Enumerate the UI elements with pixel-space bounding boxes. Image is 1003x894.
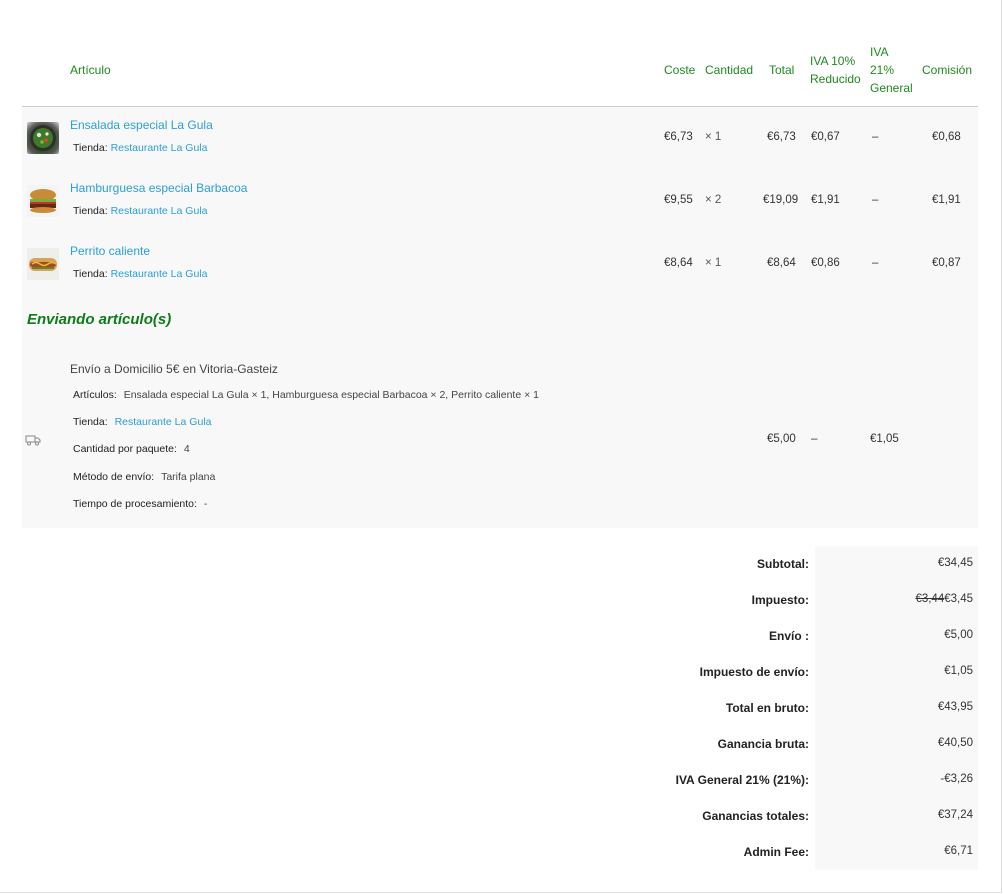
totals-gross-total-value: €43,95 — [937, 701, 973, 713]
truck-icon — [25, 433, 41, 451]
item-name[interactable]: Hamburguesa especial Barbacoa — [70, 181, 247, 195]
item-name[interactable]: Perrito caliente — [70, 244, 150, 258]
item-cost: €9,55 — [664, 194, 693, 206]
shipping-iva21: €1,05 — [870, 433, 899, 445]
item-total: €6,73 — [767, 131, 796, 143]
totals-admin-fee-label: Admin Fee: — [743, 845, 809, 859]
burger-thumbnail[interactable] — [27, 185, 59, 217]
totals-gross-profit-value: €40,50 — [937, 737, 973, 749]
hotdog-thumbnail[interactable] — [27, 248, 59, 280]
item-iva10: €1,91 — [811, 194, 840, 206]
shipping-package-qty-label: Cantidad por paquete: — [73, 443, 177, 455]
item-shop: Tienda: Restaurante La Gula — [73, 142, 207, 154]
item-total: €19,09 — [763, 194, 799, 206]
item-commission: €0,68 — [932, 131, 961, 143]
shipping-section-title: Enviando artículo(s) — [27, 311, 172, 328]
totals-shipping-label: Envío : — [768, 629, 809, 643]
shipping-ship-method: Método de envío: Tarifa plana — [73, 471, 215, 483]
col-header-iva10-line1: IVA 10% — [810, 54, 856, 68]
col-header-qty[interactable]: Cantidad — [705, 61, 753, 79]
shipping-shop: Tienda: Restaurante La Gula — [73, 416, 211, 428]
totals-admin-fee-value: €6,71 — [944, 845, 973, 857]
item-cost: €8,64 — [664, 257, 693, 269]
shipping-articles: Artículos: Ensalada especial La Gula × 1… — [73, 389, 539, 401]
shipping-package-qty: Cantidad por paquete: 4 — [73, 443, 190, 455]
totals-total-earnings-value: €37,24 — [937, 809, 973, 821]
item-shop-link[interactable]: Restaurante La Gula — [111, 205, 208, 217]
shipping-articles-value: Ensalada especial La Gula × 1, Hamburgue… — [123, 389, 539, 401]
col-header-iva21-line2: 21% — [870, 63, 895, 77]
item-shop: Tienda: Restaurante La Gula — [73, 205, 207, 217]
item-shop: Tienda: Restaurante La Gula — [73, 268, 207, 280]
shipping-total: €5,00 — [767, 433, 796, 445]
shipping-articles-label: Artículos: — [73, 389, 117, 401]
burger-image — [30, 189, 56, 213]
totals-tax-old-value: €3,44 — [915, 593, 945, 605]
shipping-ship-method-label: Método de envío: — [73, 471, 155, 483]
item-qty: × 1 — [705, 131, 722, 143]
totals-shipping-tax-value: €1,05 — [944, 665, 973, 677]
item-iva10: €0,86 — [811, 257, 840, 269]
totals-iva-general-label: IVA General 21% (21%): — [675, 773, 809, 787]
shipping-processing: Tiempo de procesamiento: - — [73, 498, 207, 510]
item-name[interactable]: Ensalada especial La Gula — [70, 118, 213, 132]
item-cost: €6,73 — [664, 131, 693, 143]
col-header-iva21-line1: IVA — [870, 45, 889, 59]
salad-image — [30, 125, 56, 151]
item-commission: €0,87 — [932, 257, 961, 269]
hotdog-image — [29, 258, 57, 271]
shipping-shop-link[interactable]: Restaurante La Gula — [115, 416, 212, 428]
totals-subtotal-value: €34,45 — [937, 557, 973, 569]
item-shop-link[interactable]: Restaurante La Gula — [111, 142, 208, 154]
item-total: €8,64 — [767, 257, 796, 269]
totals-gross-total-label: Total en bruto: — [725, 701, 809, 715]
item-shop-label: Tienda: — [73, 142, 108, 154]
item-qty: × 2 — [705, 194, 722, 206]
truck-icon-svg — [25, 435, 41, 446]
col-header-iva21: IVA 21% General — [870, 43, 913, 97]
col-header-cost[interactable]: Coste — [664, 61, 695, 79]
totals-iva-general-value: -€3,26 — [940, 773, 973, 785]
item-shop-label: Tienda: — [73, 205, 108, 217]
shipping-iva10: – — [811, 433, 818, 445]
shipping-processing-value: - — [203, 498, 208, 510]
item-iva21: – — [872, 131, 879, 143]
shipping-shop-label: Tienda: — [73, 416, 108, 428]
col-header-commission[interactable]: Comisión — [922, 61, 972, 79]
totals-tax-new-value: €3,45 — [944, 593, 973, 605]
item-qty: × 1 — [705, 257, 722, 269]
col-header-total[interactable]: Total — [769, 61, 794, 79]
item-iva21: – — [872, 257, 879, 269]
item-shop-label: Tienda: — [73, 268, 108, 280]
totals-shipping-tax-label: Impuesto de envío: — [699, 665, 809, 679]
totals-gross-profit-label: Ganancia bruta: — [717, 737, 809, 751]
totals-shipping-value: €5,00 — [944, 629, 973, 641]
item-shop-link[interactable]: Restaurante La Gula — [111, 268, 208, 280]
item-iva10: €0,67 — [811, 131, 840, 143]
col-header-iva21-line3: General — [870, 81, 913, 95]
shipping-method-name: Envío a Domicilio 5€ en Vitoria-Gasteiz — [70, 362, 278, 376]
shipping-ship-method-value: Tarifa plana — [161, 471, 216, 483]
col-header-item[interactable]: Artículo — [70, 61, 111, 79]
col-header-iva10: IVA 10% Reducido — [810, 52, 861, 88]
totals-tax-value: €3,44€3,45 — [853, 593, 973, 605]
totals-tax-label: Impuesto: — [751, 593, 809, 607]
totals-total-earnings-label: Ganancias totales: — [702, 809, 809, 823]
col-header-iva10-line2: Reducido — [810, 72, 861, 86]
shipping-processing-label: Tiempo de procesamiento: — [73, 498, 197, 510]
item-iva21: – — [872, 194, 879, 206]
shipping-package-qty-value: 4 — [183, 443, 190, 455]
item-commission: €1,91 — [932, 194, 961, 206]
salad-thumbnail[interactable] — [27, 122, 59, 154]
totals-subtotal-label: Subtotal: — [757, 557, 809, 571]
